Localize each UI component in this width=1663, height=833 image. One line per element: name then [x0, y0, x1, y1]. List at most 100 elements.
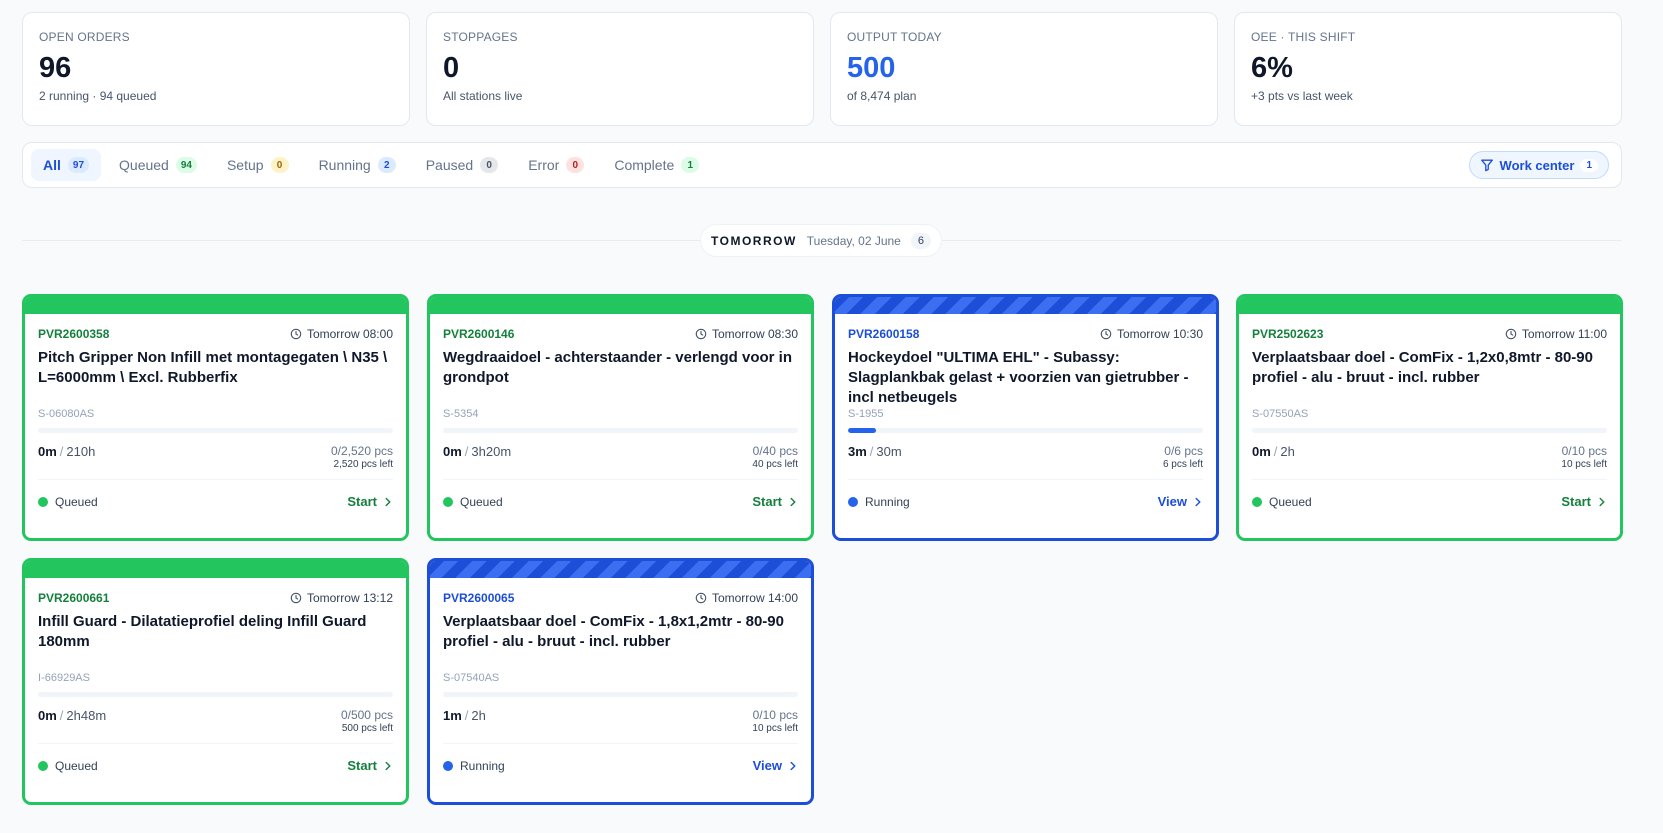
pieces-left: 6 pcs left	[1162, 459, 1203, 470]
card-body: PVR2600158 Tomorrow 10:30 Hockeydoel "ULTI…	[835, 314, 1216, 538]
progress-bar	[38, 692, 393, 697]
date-group-header: TOMORROW Tuesday, 02 June 6	[700, 224, 942, 257]
status-filter-bar: All 97 Queued 94 Setup 0 Running 2 Pause…	[22, 142, 1622, 188]
card-status-strip	[835, 297, 1216, 314]
filter-tab-label: Paused	[425, 157, 474, 173]
order-code[interactable]: PVR2600158	[848, 327, 919, 341]
progress-bar	[38, 428, 393, 433]
chevron-right-icon	[790, 497, 796, 506]
order-code[interactable]: PVR2600146	[443, 327, 514, 341]
order-sku: S-06080AS	[38, 408, 95, 420]
planned-time: 210h	[66, 444, 96, 459]
card-footer: Queued Start	[38, 743, 393, 787]
order-title: Verplaatsbaar doel - ComFix - 1,2x0,8mtr…	[1252, 349, 1593, 386]
order-card[interactable]: PVR2600158 Tomorrow 10:30 Hockeydoel "ULTI…	[832, 294, 1219, 541]
duration: 0m/2h	[1252, 444, 1295, 474]
pieces-left: 10 pcs left	[752, 723, 798, 734]
card-status-strip	[430, 561, 811, 578]
status-dot	[38, 760, 48, 771]
elapsed-time: 0m	[38, 444, 57, 459]
kpi-sub: All stations live	[443, 89, 523, 103]
card-body: PVR2600358 Tomorrow 08:00 Pitch Gripper No…	[25, 314, 406, 538]
filter-tab-label: Complete	[614, 157, 675, 173]
order-card[interactable]: PVR2600146 Tomorrow 08:30 Wegdraaidoel - a…	[427, 294, 814, 541]
order-sku: S-07540AS	[443, 672, 500, 684]
kpi-sub: 2 running · 94 queued	[39, 89, 157, 103]
kpi-open-orders: OPEN ORDERS 96 2 running · 94 queued	[22, 12, 410, 126]
status-indicator: Queued	[443, 495, 503, 509]
progress-bar	[443, 428, 798, 433]
status-label: Running	[460, 758, 505, 773]
view-button[interactable]: View	[1158, 494, 1203, 509]
filter-tab-paused[interactable]: Paused 0	[414, 149, 510, 181]
kpi-row: OPEN ORDERS 96 2 running · 94 queued STO…	[22, 12, 1622, 126]
status-indicator: Queued	[38, 495, 98, 509]
kpi-label: OUTPUT TODAY	[847, 30, 942, 44]
card-footer: Running View	[443, 743, 798, 787]
planned-time: 2h	[1280, 444, 1295, 459]
chevron-right-icon	[790, 761, 796, 770]
filter-tab-setup[interactable]: Setup 0	[215, 149, 301, 181]
filter-count-badge: 0	[480, 157, 499, 173]
order-card[interactable]: PVR2600065 Tomorrow 14:00 Verplaatsbaar do…	[427, 558, 814, 805]
date-group-label: TOMORROW	[711, 233, 797, 248]
scheduled-time-label: Tomorrow 08:30	[711, 327, 798, 341]
filter-tab-queued[interactable]: Queued 94	[107, 149, 209, 181]
kpi-value: 0	[443, 52, 460, 84]
planned-time: 2h	[471, 708, 486, 723]
card-status-strip	[25, 297, 406, 314]
filter-tab-error[interactable]: Error 0	[516, 149, 596, 181]
status-label: Running	[865, 494, 910, 509]
order-card[interactable]: PVR2600358 Tomorrow 08:00 Pitch Gripper No…	[22, 294, 409, 541]
start-button[interactable]: Start	[752, 494, 798, 509]
action-label: Start	[347, 758, 377, 773]
filter-tab-complete[interactable]: Complete 1	[602, 149, 711, 181]
filter-funnel-icon	[1480, 159, 1493, 172]
pieces-info: 0/500 pcs 500 pcs left	[341, 708, 393, 738]
card-footer: Running View	[848, 479, 1203, 523]
order-card[interactable]: PVR2502623 Tomorrow 11:00 Verplaatsbaar do…	[1236, 294, 1623, 541]
pieces-info: 0/40 pcs 40 pcs left	[752, 444, 798, 474]
scheduled-time: Tomorrow 10:30	[1100, 327, 1203, 341]
order-code[interactable]: PVR2600358	[38, 327, 109, 341]
order-code[interactable]: PVR2600065	[443, 591, 514, 605]
filter-count-badge: 0	[566, 157, 585, 173]
filter-tab-running[interactable]: Running 2	[307, 149, 408, 181]
duration: 0m/3h20m	[443, 444, 511, 474]
duration-separator: /	[464, 708, 469, 723]
planned-time: 30m	[876, 444, 902, 459]
order-title: Pitch Gripper Non Infill met montagegate…	[38, 349, 388, 386]
action-label: Start	[1561, 494, 1591, 509]
progress-bar	[1252, 428, 1607, 433]
elapsed-time: 1m	[443, 708, 462, 723]
view-button[interactable]: View	[753, 758, 798, 773]
filter-tab-all[interactable]: All 97	[31, 149, 102, 181]
card-footer: Queued Start	[443, 479, 798, 523]
order-code[interactable]: PVR2600661	[38, 591, 109, 605]
start-button[interactable]: Start	[1561, 494, 1607, 509]
work-center-filter-button[interactable]: Work center 1	[1468, 151, 1609, 179]
status-indicator: Queued	[1252, 495, 1312, 509]
date-group-count: 6	[910, 232, 931, 249]
scheduled-time: Tomorrow 08:30	[695, 327, 798, 341]
progress-bar-fill	[848, 428, 877, 433]
start-button[interactable]: Start	[347, 758, 393, 773]
clock-icon	[1505, 328, 1517, 340]
kpi-sub: of 8,474 plan	[847, 89, 917, 103]
filter-count-badge: 97	[67, 157, 90, 173]
order-code[interactable]: PVR2502623	[1252, 327, 1323, 341]
pieces-done: 0/500 pcs	[340, 708, 393, 722]
order-sku: S-1955	[848, 408, 884, 420]
kpi-oee: OEE · THIS SHIFT 6% +3 pts vs last week	[1234, 12, 1622, 126]
kpi-value: 500	[847, 52, 896, 84]
clock-icon	[290, 328, 302, 340]
order-title: Verplaatsbaar doel - ComFix - 1,8x1,2mtr…	[443, 613, 784, 650]
order-title: Hockeydoel "ULTIMA EHL" - Subassy: Slagp…	[848, 349, 1189, 406]
duration: 0m/2h48m	[38, 708, 106, 738]
action-label: Start	[347, 494, 377, 509]
filter-tab-label: Error	[528, 157, 560, 173]
order-card[interactable]: PVR2600661 Tomorrow 13:12 Infill Guard - D…	[22, 558, 409, 805]
card-body: PVR2600146 Tomorrow 08:30 Wegdraaidoel - a…	[430, 314, 811, 538]
pieces-left: 2,520 pcs left	[333, 459, 393, 470]
start-button[interactable]: Start	[347, 494, 393, 509]
